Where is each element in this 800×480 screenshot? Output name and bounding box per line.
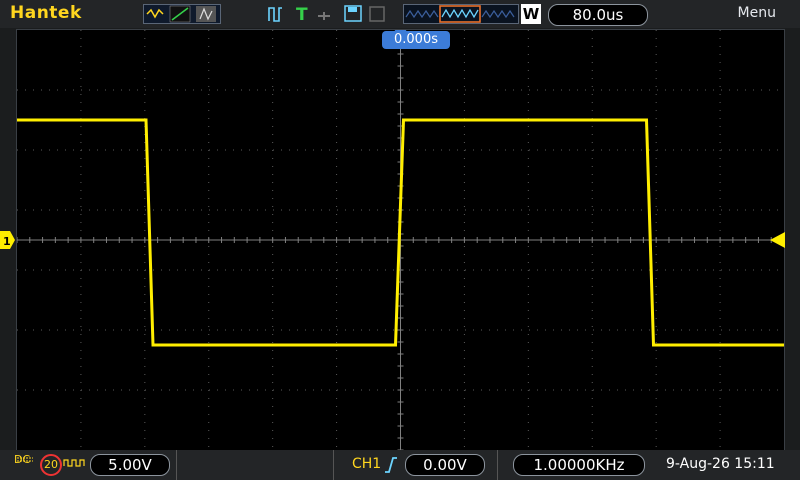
rising-edge-icon <box>385 457 397 473</box>
waveform-type-icons <box>146 5 216 23</box>
ac-coupling-icon <box>63 459 85 467</box>
trigged-icon: T <box>296 5 308 24</box>
coupling-indicator[interactable]: DC <box>14 454 36 475</box>
trigger-level-readout[interactable]: 0.00V <box>405 454 485 476</box>
usb-icon <box>318 12 330 20</box>
timebase-readout[interactable]: 80.0us <box>548 4 648 26</box>
memory-overview <box>405 5 515 23</box>
dc-coupling-icon <box>17 457 33 462</box>
top-status-bar: Hantek T W 80.0us Menu <box>0 0 800 28</box>
frequency-counter: 1.00000KHz <box>513 454 645 476</box>
bandwidth-limit-badge[interactable]: 20 <box>40 454 62 476</box>
ch1-ground-marker[interactable]: 1 <box>0 231 16 249</box>
trigger-edge-icon <box>268 7 282 22</box>
graticule-and-trace <box>17 30 784 450</box>
memory-position-bar[interactable] <box>403 4 519 24</box>
ch1-volts-div[interactable]: 5.00V <box>90 454 170 476</box>
acquisition-mode-badge[interactable]: W <box>521 4 541 24</box>
brand-logo: Hantek <box>10 3 82 23</box>
divider <box>333 450 334 480</box>
ch1-marker-label: 1 <box>3 235 11 248</box>
waveform-display[interactable]: 0.000s <box>16 29 785 451</box>
save-icon-label <box>348 7 357 12</box>
trigger-level-marker[interactable] <box>768 231 786 249</box>
sine-icon <box>146 8 164 19</box>
menu-button[interactable]: Menu <box>738 5 776 21</box>
print-icon <box>369 6 385 22</box>
divider <box>497 450 498 480</box>
run-status-icons: T <box>268 5 385 24</box>
trigger-position-label: 0.000s <box>382 31 450 49</box>
date-time: 9-Aug-26 15:11 <box>666 456 775 472</box>
bottom-status-bar: DC 20 5.00V CH1 0.00V 1.00000KHz 9-Aug-2… <box>0 450 800 480</box>
divider <box>176 450 177 480</box>
display-mode-icons[interactable] <box>143 4 221 24</box>
trigger-source[interactable]: CH1 <box>352 456 381 472</box>
